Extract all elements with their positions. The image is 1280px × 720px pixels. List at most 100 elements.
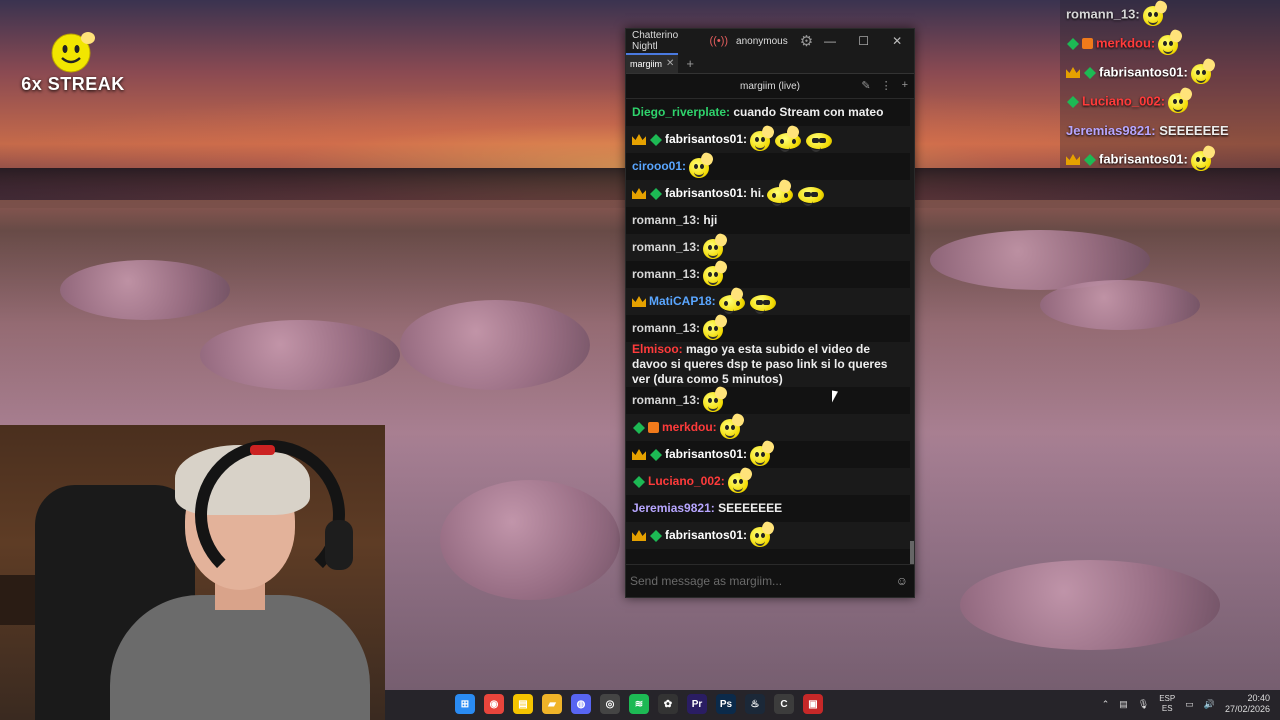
ok-hand-emote-icon[interactable] [750,438,776,466]
ok-hand-emote-icon[interactable] [703,231,729,259]
overlay-message[interactable]: fabrisantos01: [1060,143,1280,174]
explorer-icon[interactable]: ▰ [542,694,562,714]
add-split-icon[interactable]: + [902,79,908,92]
chat-message[interactable]: romann_13: [626,384,914,414]
voicemod-icon[interactable]: ▣ [803,694,823,714]
username[interactable]: fabrisantos01: [665,132,747,146]
ok-hand-emote-icon[interactable] [727,465,754,493]
ok-hand-emote-icon[interactable] [1158,27,1184,55]
chat-message[interactable]: romann_13: [626,231,914,261]
live-status-icon[interactable]: ((•)) [710,35,729,47]
account-name[interactable]: anonymous [736,36,788,47]
chat-message[interactable]: merkdou: [626,411,914,441]
steam-icon[interactable]: ♨ [745,694,765,714]
username[interactable]: fabrisantos01: [1099,64,1188,79]
chat-message[interactable]: Luciano_002: [626,465,914,495]
hand-emote-icon[interactable] [718,285,747,314]
chevron-up-icon[interactable]: ⌃ [1102,699,1110,710]
clock[interactable]: 20:40 27/02/2026 [1225,693,1270,715]
volume-icon[interactable]: 🔊 [1204,699,1215,710]
crown-badge-icon[interactable] [1066,154,1080,165]
gem-badge-icon[interactable] [1083,153,1097,166]
username[interactable]: Luciano_002: [1082,93,1165,108]
discord-icon[interactable]: ◍ [571,694,591,714]
chatgpt-icon[interactable]: ✿ [658,694,678,714]
ok-hand-emote-icon[interactable] [703,384,729,412]
sunglasses-emote-icon[interactable] [798,183,826,206]
chat-message[interactable]: fabrisantos01: hi. [626,177,914,207]
username[interactable]: romann_13: [632,393,700,407]
username[interactable]: fabrisantos01: [665,528,747,542]
spotify-icon[interactable]: ≋ [629,694,649,714]
ok-hand-emote-icon[interactable] [719,411,746,439]
chat-message[interactable]: MatiCAP18: [626,285,914,315]
ok-hand-emote-icon[interactable] [750,123,776,151]
notes-icon[interactable]: ▤ [513,694,533,714]
chat-message[interactable]: Elmisoo: mago ya esta subido el video de… [626,342,914,387]
tab-margiim[interactable]: margiim ✕ [626,53,679,73]
hand-emote-icon[interactable] [775,123,803,152]
overlay-message[interactable]: romann_13: [1060,0,1280,29]
gem-badge-icon[interactable] [649,529,663,542]
chat-message[interactable]: romann_13: hji [626,207,914,234]
add-tab-button[interactable]: + [686,56,694,73]
username[interactable]: Luciano_002: [648,474,725,488]
username[interactable]: fabrisantos01: [665,447,747,461]
chat-message[interactable]: Jeremias9821: SEEEEEEE [626,495,914,522]
username[interactable]: fabrisantos01: [665,186,747,200]
gem-badge-icon[interactable] [632,475,646,488]
gem-badge-icon[interactable] [649,448,663,461]
overlay-message[interactable]: Jeremias9821: SEEEEEEE [1060,116,1280,145]
network-icon[interactable]: ▭ [1185,699,1194,710]
ok-hand-emote-icon[interactable] [1168,85,1194,113]
crown-badge-icon[interactable] [1066,67,1080,78]
chat-message[interactable]: romann_13: [626,258,914,288]
ok-hand-emote-icon[interactable] [1190,143,1217,171]
start-icon[interactable]: ⊞ [455,694,475,714]
gear-icon[interactable]: ⚙ [800,32,813,50]
emoji-picker-icon[interactable]: ☺ [896,574,908,588]
message-input[interactable] [626,573,896,589]
username[interactable]: romann_13: [632,321,700,335]
username[interactable]: Jeremias9821: [1066,123,1156,138]
sunglasses-emote-icon[interactable] [806,129,834,152]
chat-message[interactable]: Diego_riverplate: cuando Stream con mate… [626,99,914,126]
username[interactable]: Jeremias9821: [632,501,715,515]
close-tab-icon[interactable]: ✕ [666,58,674,69]
chatterino-icon[interactable]: C [774,694,794,714]
language-indicator[interactable]: ESP ES [1159,694,1175,714]
username[interactable]: romann_13: [632,213,700,227]
chat-message[interactable]: cirooo01: [626,150,914,180]
username[interactable]: Elmisoo: [632,342,683,356]
close-button[interactable]: ✕ [880,34,914,48]
crown-badge-icon[interactable] [632,296,646,307]
hand-emote-icon[interactable] [767,177,795,206]
crown-badge-icon[interactable] [632,188,646,199]
gem-badge-icon[interactable] [632,421,646,434]
minimize-button[interactable]: — [813,34,847,48]
overlay-message[interactable]: Luciano_002: [1060,85,1280,116]
overlay-message[interactable]: fabrisantos01: [1060,56,1280,87]
ok-hand-emote-icon[interactable] [1142,0,1169,26]
chat-message[interactable]: fabrisantos01: [626,123,914,153]
gem-badge-icon[interactable] [1066,95,1080,108]
crown-badge-icon[interactable] [632,530,646,541]
app-tray-icon[interactable]: ▤ [1119,699,1128,710]
chat-message[interactable]: fabrisantos01: [626,438,914,468]
gem-badge-icon[interactable] [1066,37,1080,50]
maximize-button[interactable]: ☐ [847,34,881,48]
ok-hand-emote-icon[interactable] [703,312,729,340]
chrome-icon[interactable]: ◉ [484,694,504,714]
chat-message[interactable]: fabrisantos01: [626,519,914,549]
ok-hand-emote-icon[interactable] [703,258,729,286]
sunglasses-emote-icon[interactable] [749,291,778,314]
crown-badge-icon[interactable] [632,134,646,145]
username[interactable]: romann_13: [632,267,700,281]
title-bar[interactable]: Chatterino Nightl ((•)) anonymous ⚙ — ☐ … [626,29,914,53]
chat-message[interactable]: romann_13: [626,312,914,342]
crown-badge-icon[interactable] [632,449,646,460]
gift-badge-icon[interactable] [648,422,659,433]
photoshop-icon[interactable]: Ps [716,694,736,714]
username[interactable]: Diego_riverplate: [632,105,730,119]
ok-hand-emote-icon[interactable] [750,519,776,547]
